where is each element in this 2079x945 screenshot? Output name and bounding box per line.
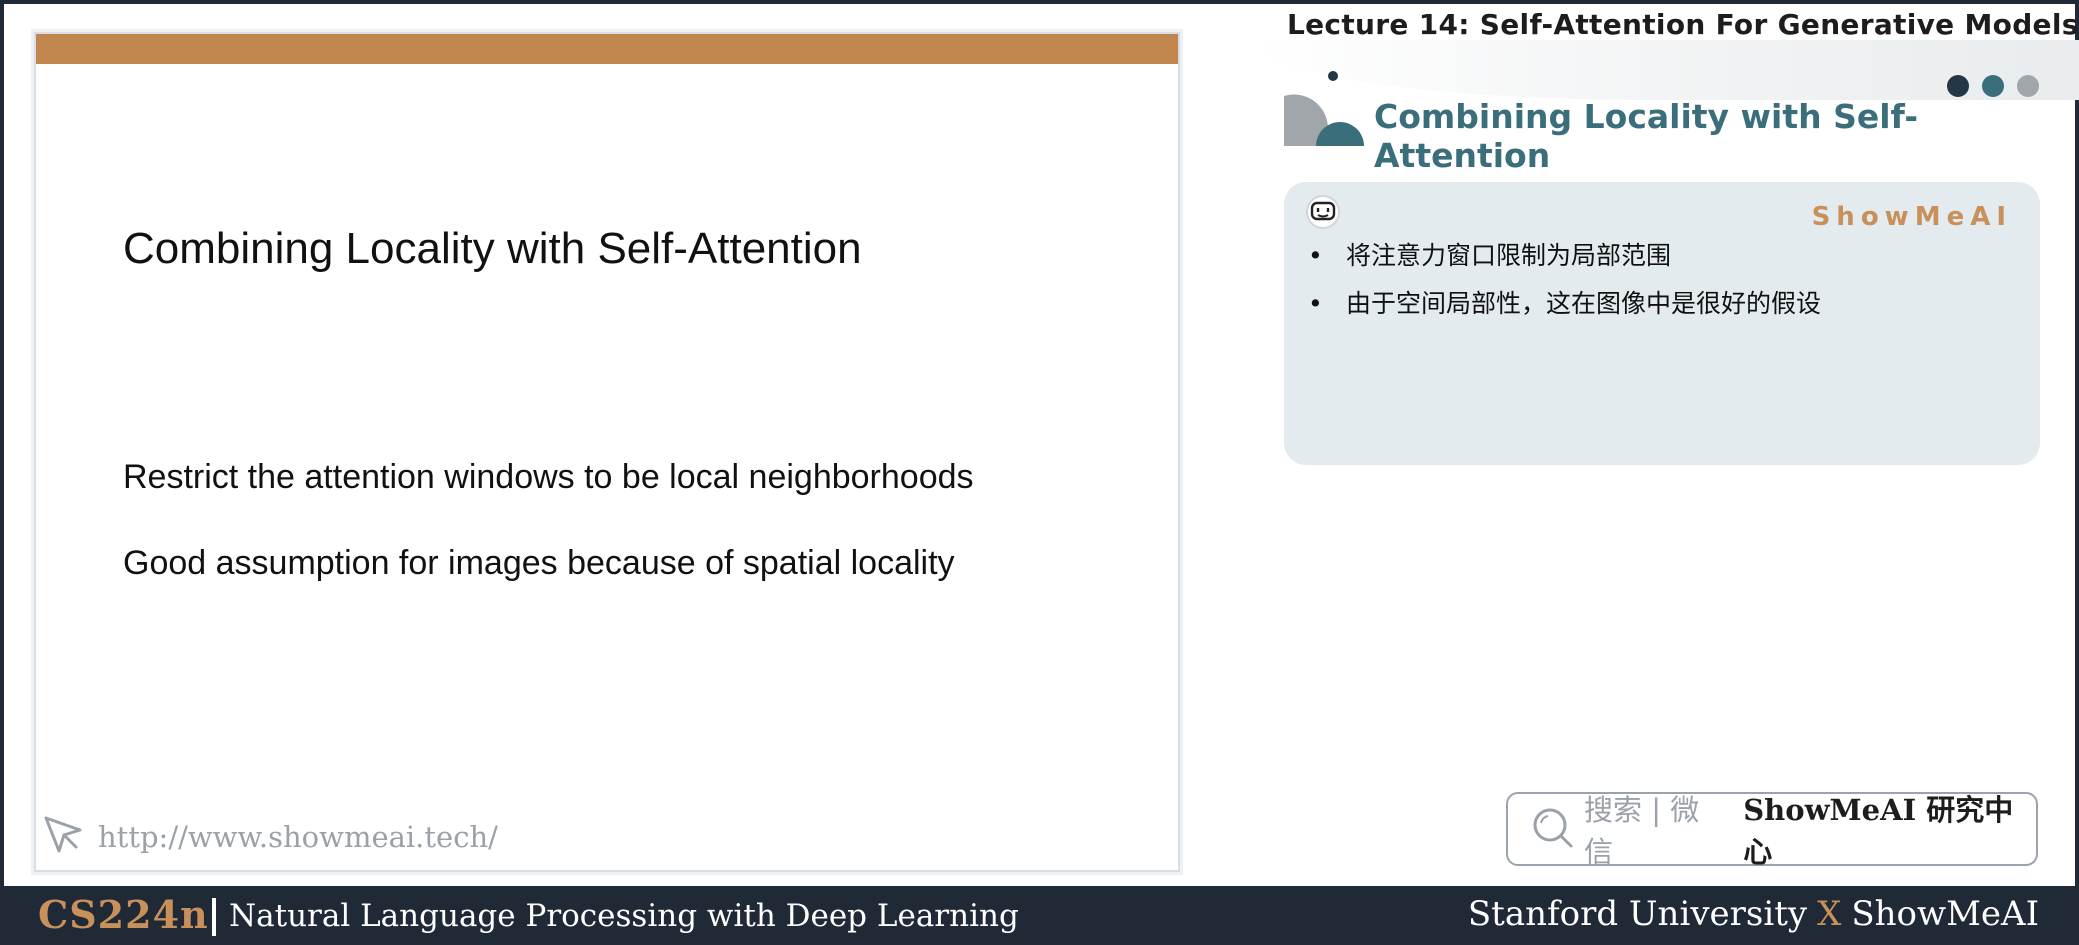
note-bullet-1: 将注意力窗口限制为局部范围	[1308, 242, 1821, 271]
slide-url-link[interactable]: http://www.showmeai.tech/	[40, 812, 498, 862]
note-list: 将注意力窗口限制为局部范围 由于空间局部性，这在图像中是很好的假设	[1308, 242, 1821, 338]
lecture-title: Lecture 14: Self-Attention For Generativ…	[1287, 8, 2079, 41]
cursor-arrow-icon	[40, 812, 86, 862]
showmeai-brand: ShowMeAI	[1811, 202, 2012, 232]
decorative-circles-icon	[1284, 71, 1364, 146]
search-icon	[1530, 805, 1574, 853]
slide-url-text: http://www.showmeai.tech/	[98, 820, 498, 854]
dot-3	[2017, 75, 2039, 97]
university-name: Stanford University	[1467, 894, 1808, 934]
note-bullet-2: 由于空间局部性，这在图像中是很好的假设	[1308, 290, 1821, 319]
course-code: CS224n	[38, 892, 209, 937]
slide-panel: Combining Locality with Self-Attention R…	[36, 34, 1178, 870]
robot-face-icon	[1304, 194, 1342, 234]
course-name: Natural Language Processing with Deep Le…	[229, 898, 1019, 934]
slide-bullet-2: Good assumption for images because of sp…	[123, 544, 955, 582]
search-box[interactable]: 搜索 | 微信 ShowMeAI 研究中心	[1506, 792, 2038, 869]
footer-divider	[212, 898, 216, 936]
footer-bar: CS224n Natural Language Processing with …	[0, 886, 2079, 945]
search-label: 搜索 | 微信	[1584, 793, 1700, 869]
partner-name: ShowMeAI	[1851, 894, 2039, 934]
note-card: ShowMeAI 将注意力窗口限制为局部范围 由于空间局部性，这在图像中是很好的…	[1284, 182, 2040, 465]
credits-separator: X	[1817, 894, 1842, 934]
header-dots	[1947, 75, 2039, 97]
dot-1	[1947, 75, 1969, 97]
dot-2	[1982, 75, 2004, 97]
search-brand: ShowMeAI 研究中心	[1743, 793, 2014, 869]
section-title: Combining Locality with Self-Attention	[1374, 97, 1919, 175]
footer-credits: Stanford University X ShowMeAI	[1468, 894, 2039, 934]
slide-accent-bar	[36, 34, 1178, 64]
slide-bullet-1: Restrict the attention windows to be loc…	[123, 458, 974, 496]
slide-title: Combining Locality with Self-Attention	[123, 224, 862, 273]
